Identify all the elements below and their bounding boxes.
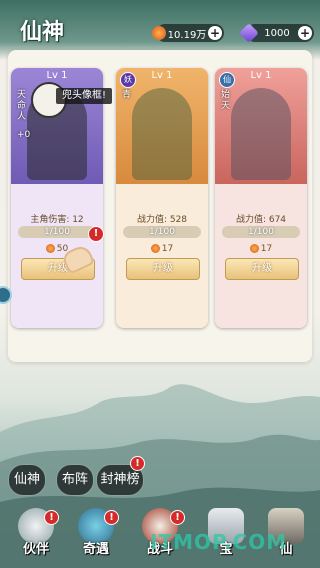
level-label: Lv 1 [46, 70, 68, 81]
character-art: 天命人 +0 [11, 68, 103, 184]
gem-counter: 1000 + [239, 23, 314, 43]
card-body [116, 184, 208, 328]
stat-label: 战力值: 528 [136, 215, 188, 225]
character-art: 仙 始天 [215, 68, 307, 184]
stat-label: 主角伤害: 12 [30, 215, 84, 225]
character-card-1[interactable]: 天命人 +0 Lv 1 主角伤害: 12 1/100 50 升级 [11, 68, 103, 328]
progress-bar: 1/100 [18, 226, 96, 238]
upgrade-cost: 17 [116, 244, 208, 254]
nav-label: 伙伴 [22, 542, 49, 557]
character-figure [231, 88, 291, 180]
gem-value: 1000 [264, 27, 290, 39]
level-label: Lv 1 [250, 70, 272, 81]
card-body [215, 184, 307, 328]
character-name: 始天 [221, 90, 231, 111]
progress-bar: 1/100 [123, 226, 201, 238]
tooltip: 兜头像框! [56, 88, 113, 104]
coin-counter: 10.19万 + [152, 24, 224, 42]
alert-badge: ! [88, 226, 104, 242]
page-title: 仙神 [20, 19, 65, 45]
coin-icon [150, 244, 160, 253]
nav-label: 奇遇 [82, 542, 109, 557]
tab-xianshen[interactable]: 仙神 [8, 464, 46, 496]
alert-badge: ! [170, 510, 185, 525]
level-label: Lv 1 [151, 70, 173, 81]
character-name: 青 [122, 90, 132, 100]
coin-icon [45, 244, 55, 253]
character-art: 妖 青 [116, 68, 208, 184]
character-figure [132, 88, 192, 180]
stat-label: 战力值: 674 [235, 215, 287, 225]
watermark: ITMOP.COM [150, 530, 288, 554]
tab-buzhen[interactable]: 布阵 [56, 464, 94, 496]
alert-badge: ! [44, 510, 59, 525]
upgrade-button[interactable]: 升级 [225, 258, 299, 280]
coin-icon [249, 244, 259, 253]
character-card-2[interactable]: 妖 青 Lv 1 战力值: 528 1/100 17 升级 [116, 68, 208, 328]
upgrade-button[interactable]: 升级 [126, 258, 200, 280]
coin-value: 10.19万 [167, 29, 207, 41]
character-card-3[interactable]: 仙 始天 Lv 1 战力值: 674 1/100 17 升级 [215, 68, 307, 328]
alert-badge: ! [130, 456, 145, 471]
character-name: 天命人 [17, 90, 27, 122]
upgrade-cost: 17 [215, 244, 307, 254]
add-gem-button[interactable]: + [298, 26, 312, 40]
progress-bar: 1/100 [222, 226, 300, 238]
alert-badge: ! [104, 510, 119, 525]
character-bonus: +0 [17, 130, 31, 140]
add-coin-button[interactable]: + [208, 26, 222, 40]
coin-icon [152, 26, 166, 40]
